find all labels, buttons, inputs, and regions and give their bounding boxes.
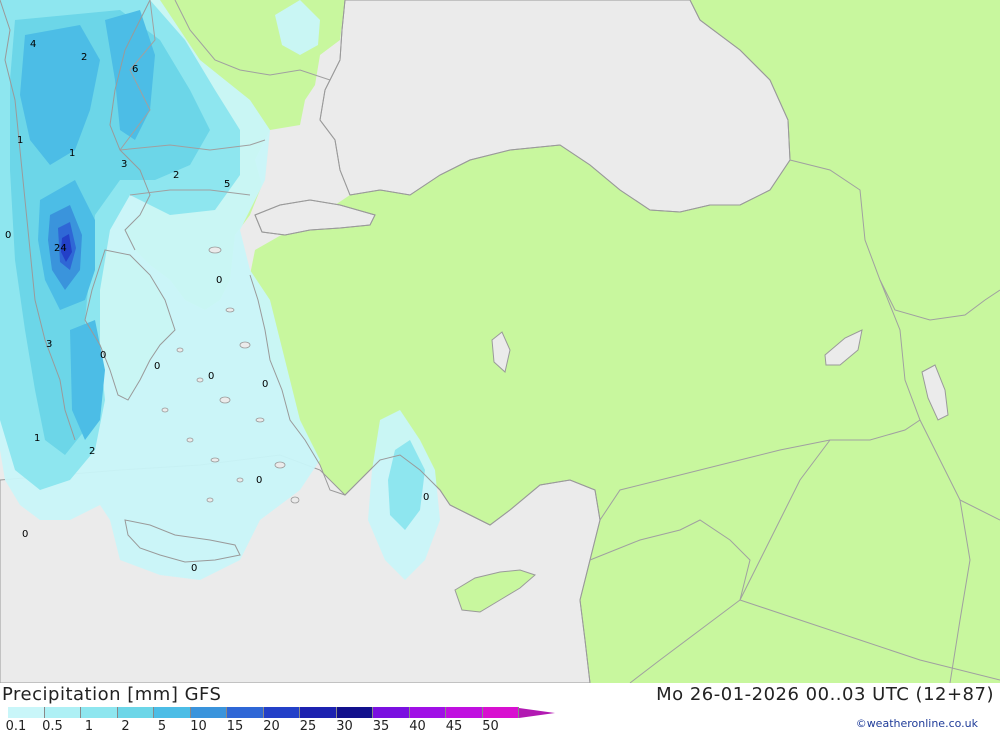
map-value: 0 bbox=[154, 361, 160, 372]
legend-tick-label: 40 bbox=[409, 719, 426, 734]
map-value: 5 bbox=[224, 179, 230, 190]
legend-tick-label: 0.1 bbox=[5, 719, 27, 734]
legend-swatch bbox=[373, 707, 410, 718]
map-value: 1 bbox=[17, 135, 23, 146]
map-value: 0 bbox=[191, 563, 197, 574]
legend-swatch bbox=[8, 707, 45, 718]
map-title: Precipitation [mm] GFS bbox=[2, 684, 222, 705]
map-value: 0 bbox=[208, 371, 214, 382]
legend-swatch bbox=[190, 707, 227, 718]
credit-link[interactable]: ©weatheronline.co.uk bbox=[856, 717, 978, 730]
map-value: 0 bbox=[256, 475, 262, 486]
legend-swatch bbox=[154, 707, 191, 718]
legend-tick-label: 10 bbox=[190, 719, 207, 734]
map-value: 0 bbox=[22, 529, 28, 540]
map-value: 1 bbox=[34, 433, 40, 444]
legend-tick-label: 35 bbox=[372, 719, 390, 734]
legend-swatch bbox=[482, 707, 519, 718]
map-value: 0 bbox=[5, 230, 11, 241]
map-value: 0 bbox=[262, 379, 268, 390]
legend-swatch bbox=[446, 707, 483, 718]
legend-swatch bbox=[81, 707, 118, 718]
legend-tick-label: 5 bbox=[157, 719, 167, 734]
legend-tick-label: 15 bbox=[226, 719, 244, 734]
legend-tick-label: 2 bbox=[121, 719, 130, 734]
legend-ticks: 0.1 0.5 1 2 5 10 15 20 25 30 35 40 45 50 bbox=[0, 719, 540, 734]
legend-tick-label: 50 bbox=[482, 719, 499, 734]
map-value: 4 bbox=[30, 39, 36, 50]
legend-tick-label: 30 bbox=[336, 719, 353, 734]
legend-swatch bbox=[227, 707, 264, 718]
map-value: 3 bbox=[121, 159, 127, 170]
legend-swatch bbox=[263, 707, 300, 718]
color-legend bbox=[8, 707, 555, 719]
map-value: 1 bbox=[69, 148, 75, 159]
map-value: 0 bbox=[100, 350, 106, 361]
map-value: 2 bbox=[89, 446, 95, 457]
legend-tick-label: 0.5 bbox=[42, 719, 63, 734]
forecast-datetime: Mo 26-01-2026 00..03 UTC (12+87) bbox=[656, 684, 994, 705]
legend-swatch bbox=[300, 707, 337, 718]
legend-tick-label: 25 bbox=[299, 719, 317, 734]
map-value: 2 bbox=[173, 170, 179, 181]
map-value: 0 bbox=[423, 492, 429, 503]
legend-swatch bbox=[117, 707, 154, 718]
map-value: 3 bbox=[46, 339, 52, 350]
legend-tick-label: 20 bbox=[263, 719, 280, 734]
legend-arrow bbox=[519, 708, 555, 718]
legend-tick-label: 45 bbox=[445, 719, 463, 734]
legend-swatch bbox=[336, 707, 373, 718]
map-value: 2 bbox=[81, 52, 87, 63]
legend-tick-label: 1 bbox=[84, 719, 94, 734]
map-value: 0 bbox=[216, 275, 222, 286]
map-value: 24 bbox=[54, 243, 67, 254]
map-value: 6 bbox=[132, 64, 138, 75]
legend-swatch bbox=[44, 707, 81, 718]
precipitation-map: 4 2 6 1 1 3 2 5 0 24 0 3 0 0 0 0 1 2 0 0… bbox=[0, 0, 1000, 683]
legend-swatch bbox=[409, 707, 446, 718]
